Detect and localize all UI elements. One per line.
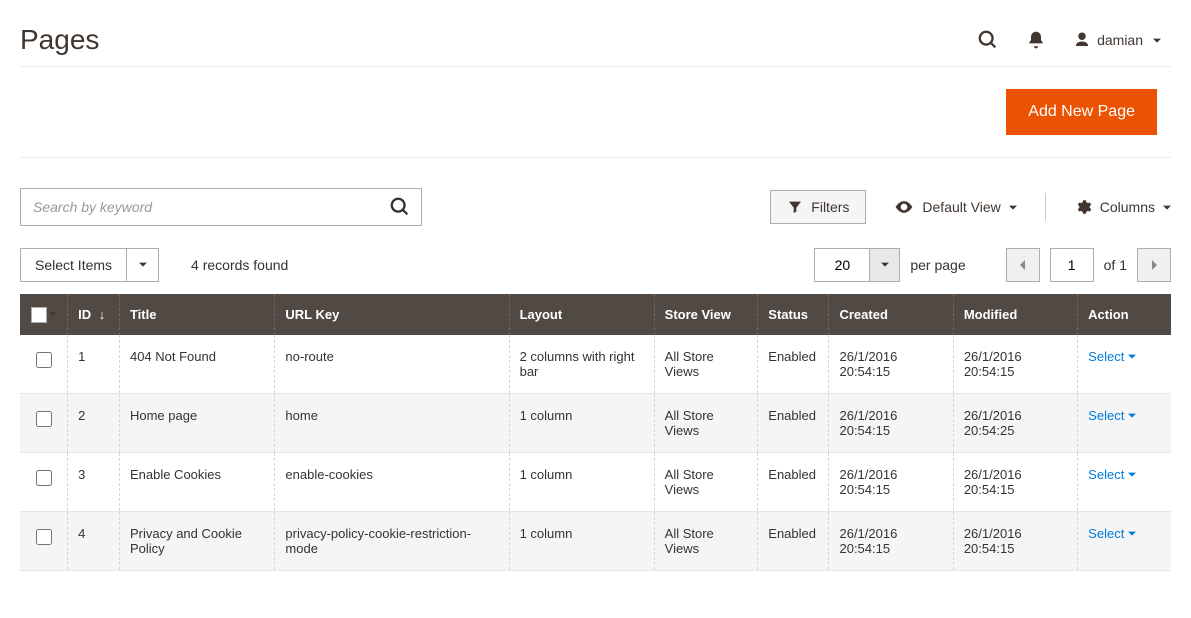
cell-modified: 26/1/2016 20:54:15 [953, 511, 1077, 570]
filters-button[interactable]: Filters [770, 190, 866, 224]
action-bar: Add New Page [20, 66, 1171, 158]
col-header-title[interactable]: Title [119, 294, 274, 335]
cell-modified: 26/1/2016 20:54:15 [953, 335, 1077, 394]
page-size-dropdown[interactable] [870, 248, 900, 282]
add-new-page-button[interactable]: Add New Page [1006, 89, 1157, 135]
select-items-dropdown[interactable]: Select Items [20, 248, 159, 282]
page-title: Pages [20, 24, 977, 56]
cell-status: Enabled [758, 335, 829, 394]
caret-down-icon [1128, 526, 1136, 541]
search-input[interactable] [31, 198, 389, 216]
caret-down-icon[interactable] [49, 306, 56, 321]
caret-down-icon [1128, 467, 1136, 482]
cell-status: Enabled [758, 511, 829, 570]
caret-down-icon [1009, 199, 1017, 215]
col-header-created[interactable]: Created [829, 294, 953, 335]
table-row[interactable]: 3Enable Cookiesenable-cookies1 columnAll… [20, 452, 1171, 511]
search-icon[interactable] [977, 29, 999, 51]
cell-store-view: All Store Views [654, 335, 758, 394]
gear-icon [1074, 198, 1092, 216]
col-header-id[interactable]: ID ↓ [68, 294, 120, 335]
col-header-status[interactable]: Status [758, 294, 829, 335]
user-name: damian [1097, 32, 1143, 48]
cell-title: 404 Not Found [119, 335, 274, 394]
cell-title: Privacy and Cookie Policy [119, 511, 274, 570]
cell-url-key: home [275, 393, 509, 452]
table-row[interactable]: 4Privacy and Cookie Policyprivacy-policy… [20, 511, 1171, 570]
col-header-action: Action [1078, 294, 1171, 335]
cell-url-key: privacy-policy-cookie-restriction-mode [275, 511, 509, 570]
cell-title: Enable Cookies [119, 452, 274, 511]
default-view-dropdown[interactable]: Default View [894, 197, 1016, 217]
table-row[interactable]: 1404 Not Foundno-route2 columns with rig… [20, 335, 1171, 394]
sort-down-icon: ↓ [99, 307, 106, 322]
select-items-label: Select Items [20, 248, 127, 282]
prev-page-button[interactable] [1006, 248, 1040, 282]
caret-down-icon [1128, 408, 1136, 423]
cell-url-key: no-route [275, 335, 509, 394]
pager: per page of 1 [814, 248, 1171, 282]
cell-layout: 1 column [509, 511, 654, 570]
cell-layout: 1 column [509, 452, 654, 511]
page-number-input[interactable] [1050, 248, 1094, 282]
pages-grid: ID ↓ Title URL Key Layout Store View Sta… [20, 294, 1171, 571]
row-checkbox[interactable] [36, 470, 52, 486]
divider [1045, 193, 1046, 221]
records-found: 4 records found [191, 257, 288, 273]
row-action-select[interactable]: Select [1088, 349, 1136, 364]
cell-store-view: All Store Views [654, 511, 758, 570]
caret-down-icon [1128, 349, 1136, 364]
default-view-label: Default View [922, 199, 1000, 215]
cell-created: 26/1/2016 20:54:15 [829, 393, 953, 452]
cell-id: 2 [68, 393, 120, 452]
cell-store-view: All Store Views [654, 452, 758, 511]
cell-modified: 26/1/2016 20:54:15 [953, 452, 1077, 511]
cell-url-key: enable-cookies [275, 452, 509, 511]
cell-created: 26/1/2016 20:54:15 [829, 452, 953, 511]
col-header-store-view[interactable]: Store View [654, 294, 758, 335]
col-header-checkbox[interactable] [20, 294, 68, 335]
col-header-layout[interactable]: Layout [509, 294, 654, 335]
cell-id: 3 [68, 452, 120, 511]
cell-created: 26/1/2016 20:54:15 [829, 335, 953, 394]
row-action-select[interactable]: Select [1088, 467, 1136, 482]
search-box [20, 188, 422, 226]
row-action-select[interactable]: Select [1088, 408, 1136, 423]
cell-store-view: All Store Views [654, 393, 758, 452]
funnel-icon [787, 199, 803, 215]
caret-down-icon [1163, 199, 1171, 215]
cell-created: 26/1/2016 20:54:15 [829, 511, 953, 570]
cell-layout: 2 columns with right bar [509, 335, 654, 394]
row-checkbox[interactable] [36, 411, 52, 427]
select-all-checkbox[interactable] [31, 307, 47, 323]
filters-label: Filters [811, 199, 849, 215]
next-page-button[interactable] [1137, 248, 1171, 282]
columns-dropdown[interactable]: Columns [1074, 198, 1171, 216]
cell-status: Enabled [758, 393, 829, 452]
col-header-modified[interactable]: Modified [953, 294, 1077, 335]
eye-icon [894, 197, 914, 217]
cell-id: 1 [68, 335, 120, 394]
row-checkbox[interactable] [36, 352, 52, 368]
user-menu[interactable]: damian [1073, 31, 1161, 49]
page-size-input[interactable] [814, 248, 870, 282]
cell-status: Enabled [758, 452, 829, 511]
search-submit-icon[interactable] [389, 196, 411, 218]
cell-layout: 1 column [509, 393, 654, 452]
row-action-select[interactable]: Select [1088, 526, 1136, 541]
notifications-icon[interactable] [1025, 29, 1047, 51]
cell-modified: 26/1/2016 20:54:25 [953, 393, 1077, 452]
user-icon [1073, 31, 1091, 49]
col-header-url-key[interactable]: URL Key [275, 294, 509, 335]
table-row[interactable]: 2Home pagehome1 columnAll Store ViewsEna… [20, 393, 1171, 452]
of-total-label: of 1 [1104, 257, 1127, 273]
columns-label: Columns [1100, 199, 1155, 215]
caret-down-icon[interactable] [127, 248, 159, 282]
row-checkbox[interactable] [36, 529, 52, 545]
cell-id: 4 [68, 511, 120, 570]
per-page-label: per page [910, 257, 965, 273]
caret-down-icon [1153, 32, 1161, 48]
cell-title: Home page [119, 393, 274, 452]
